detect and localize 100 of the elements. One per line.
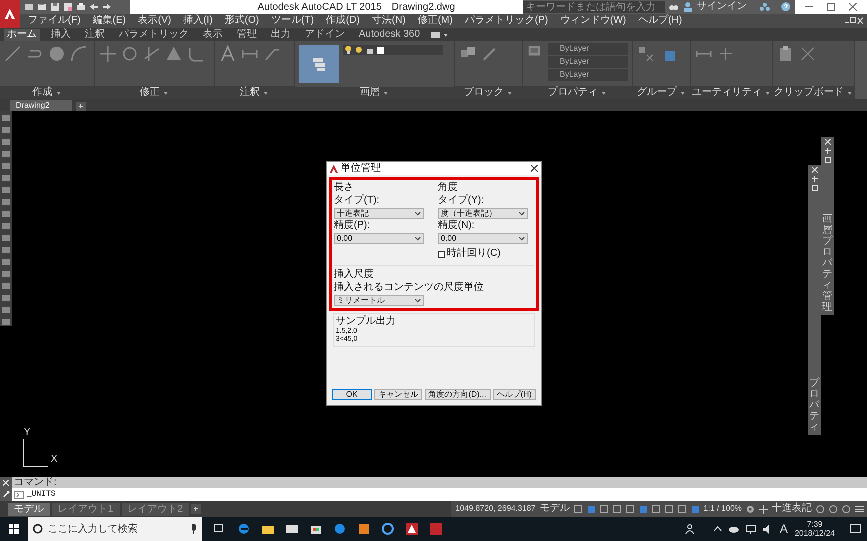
- ribbon-tab[interactable]: アドイン: [302, 29, 348, 41]
- layer-properties-button[interactable]: [299, 45, 339, 83]
- menu-item[interactable]: 修正(M): [418, 16, 453, 26]
- menu-item[interactable]: 編集(E): [92, 16, 126, 26]
- layer-dropdown[interactable]: [343, 45, 443, 55]
- close-icon[interactable]: [849, 3, 857, 11]
- rotate-icon[interactable]: [121, 45, 139, 63]
- menu-item[interactable]: 挿入(I): [183, 16, 213, 26]
- folder-icon[interactable]: [262, 523, 274, 535]
- print-icon[interactable]: [76, 2, 86, 12]
- move-icon[interactable]: [99, 45, 117, 63]
- notification-icon[interactable]: [850, 524, 861, 534]
- windows-start-icon[interactable]: [9, 524, 19, 534]
- app-logo[interactable]: [0, 0, 20, 28]
- ribbon-tab[interactable]: 挿入: [48, 29, 74, 41]
- menu-item[interactable]: ヘルプ(H): [638, 16, 682, 26]
- dialog-button[interactable]: 角度の方向(D)...: [424, 389, 490, 400]
- caret-icon[interactable]: [680, 90, 686, 96]
- plus-icon[interactable]: [759, 504, 768, 514]
- clock[interactable]: 7:39 2018/12/24: [794, 520, 835, 538]
- panel-title[interactable]: 画層: [360, 88, 380, 98]
- close-icon[interactable]: [531, 165, 538, 172]
- add-tab-icon[interactable]: [191, 504, 202, 514]
- sign-in-button[interactable]: サインイン: [697, 2, 747, 12]
- save-icon[interactable]: [50, 2, 60, 12]
- cortana-circle-icon: [33, 524, 43, 534]
- caret-icon[interactable]: [263, 90, 269, 96]
- window-controls-icon[interactable]: [845, 17, 863, 25]
- caret-icon[interactable]: [507, 90, 513, 96]
- maximize-icon[interactable]: [827, 3, 835, 11]
- undo-icon[interactable]: [89, 2, 99, 12]
- store-icon[interactable]: [310, 523, 322, 535]
- property-dropdown[interactable]: ByLayer: [548, 56, 628, 68]
- axis-label: Y: [24, 426, 31, 440]
- units-button[interactable]: 十進表記: [772, 504, 812, 514]
- menu-item[interactable]: ツール(T): [271, 16, 314, 26]
- caret-icon[interactable]: [765, 90, 771, 96]
- menu-item[interactable]: 表示(V): [138, 16, 172, 26]
- checkbox[interactable]: [438, 250, 445, 258]
- caret-icon[interactable]: [383, 90, 389, 96]
- menu-item[interactable]: ファイル(F): [28, 16, 81, 26]
- palette-title[interactable]: 画層プロパティ管理: [822, 214, 832, 313]
- dropdown[interactable]: ミリメートル: [334, 295, 424, 306]
- wrench-icon[interactable]: [2, 491, 10, 498]
- ribbon-tab[interactable]: 表示: [200, 29, 226, 41]
- ribbon-tab[interactable]: パラメトリック: [116, 29, 192, 41]
- text-icon[interactable]: [219, 45, 237, 63]
- task-view-icon[interactable]: [214, 523, 226, 535]
- taskbar-search-field[interactable]: ここに入力して検索: [28, 517, 202, 541]
- command-line-field[interactable]: _UNITS: [12, 488, 867, 501]
- scale-button[interactable]: 1:1 / 100%: [704, 503, 742, 515]
- open-file-icon[interactable]: [37, 2, 47, 12]
- palette-title[interactable]: プロパティ: [810, 378, 820, 433]
- dropdown[interactable]: 度（十進表記）: [438, 208, 528, 219]
- line-icon[interactable]: [4, 45, 22, 63]
- caret-icon[interactable]: [847, 90, 853, 96]
- checkbox-label[interactable]: 時計回り(C): [447, 248, 501, 260]
- triangle-icon[interactable]: [165, 45, 183, 63]
- search-field[interactable]: キーワードまたは語句を入力: [523, 1, 665, 13]
- property-dropdown[interactable]: ByLayer: [548, 69, 628, 81]
- menu-item[interactable]: 作成(D): [326, 16, 360, 26]
- ribbon-tab[interactable]: 出力: [268, 29, 294, 41]
- fillet-icon[interactable]: [187, 45, 205, 63]
- dialog-button[interactable]: キャンセル: [374, 389, 422, 400]
- menu-icon[interactable]: [855, 504, 864, 514]
- help-icon[interactable]: [781, 2, 791, 12]
- menu-item[interactable]: 形式(O): [224, 16, 260, 26]
- new-file-icon[interactable]: [24, 2, 34, 12]
- dropdown[interactable]: 0.00: [438, 233, 528, 244]
- save-as-icon[interactable]: [63, 2, 73, 12]
- ribbon-tab[interactable]: Autodesk 360: [356, 29, 424, 41]
- circle-icon[interactable]: [48, 45, 66, 63]
- dropdown[interactable]: 十進表記: [334, 208, 424, 219]
- document-tab[interactable]: Drawing2: [10, 100, 72, 111]
- dialog-button[interactable]: OK: [332, 389, 372, 400]
- ribbon-tab[interactable]: 注釈: [82, 29, 108, 41]
- arc-icon[interactable]: [70, 45, 88, 63]
- panel-title[interactable]: 修正: [140, 88, 160, 98]
- section-heading: 角度: [438, 182, 458, 194]
- panel-title[interactable]: 作成: [32, 88, 52, 98]
- caret-icon[interactable]: [56, 90, 62, 96]
- menu-item[interactable]: ウィンドウ(W): [560, 16, 626, 26]
- chevron-up-icon[interactable]: [714, 526, 722, 532]
- ribbon-tab[interactable]: 管理: [234, 29, 260, 41]
- redo-icon[interactable]: [102, 2, 112, 12]
- menu-item[interactable]: 寸法(N): [372, 16, 406, 26]
- model-space-button[interactable]: モデル: [540, 504, 570, 514]
- caret-icon[interactable]: [601, 90, 607, 96]
- layout-tab[interactable]: モデル: [8, 502, 50, 516]
- dialog-button[interactable]: ヘルプ(H): [492, 389, 536, 400]
- ime-indicator[interactable]: A: [780, 520, 788, 538]
- dropdown[interactable]: 0.00: [334, 233, 424, 244]
- ribbon-tab[interactable]: ホーム: [4, 29, 40, 41]
- panel-title[interactable]: 注釈: [240, 88, 260, 98]
- new-tab-icon[interactable]: [76, 102, 86, 111]
- property-dropdown[interactable]: ByLayer: [548, 43, 628, 55]
- menu-item[interactable]: パラメトリック(P): [464, 16, 548, 26]
- caret-icon[interactable]: [163, 90, 169, 96]
- video-icon[interactable]: [431, 31, 450, 39]
- monitor-icon[interactable]: [746, 524, 756, 534]
